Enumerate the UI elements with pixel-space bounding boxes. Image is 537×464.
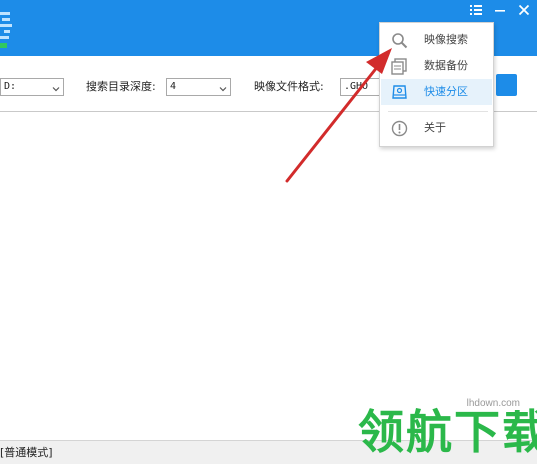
format-label: 映像文件格式: bbox=[254, 80, 324, 93]
close-icon[interactable] bbox=[517, 3, 531, 17]
menu-item-label: 映像搜索 bbox=[424, 33, 468, 46]
results-area[interactable] bbox=[0, 113, 537, 438]
menu-item-about[interactable]: 关于 bbox=[381, 115, 492, 141]
menu-item-label: 关于 bbox=[424, 121, 446, 134]
format-select-value: .GHO bbox=[344, 81, 369, 92]
copy-icon bbox=[391, 58, 408, 75]
mode-status: [普通模式] bbox=[0, 446, 53, 459]
menu-item-label: 快速分区 bbox=[424, 85, 468, 98]
info-icon bbox=[391, 120, 408, 137]
watermark: 领航下载 lhdown.com bbox=[358, 398, 537, 464]
watermark-url: lhdown.com bbox=[464, 398, 522, 410]
menu-divider bbox=[388, 111, 488, 112]
chevron-down-icon bbox=[219, 83, 227, 92]
window-controls bbox=[469, 2, 531, 18]
search-icon bbox=[391, 32, 408, 49]
menu-item-label: 数据备份 bbox=[424, 59, 468, 72]
chevron-down-icon bbox=[52, 83, 60, 92]
action-button[interactable] bbox=[496, 74, 517, 96]
disk-icon bbox=[391, 84, 408, 101]
app-logo-icon bbox=[0, 10, 14, 50]
drive-select-value: D: bbox=[4, 81, 17, 92]
drive-select[interactable]: D: bbox=[0, 78, 64, 96]
minimize-icon[interactable] bbox=[493, 3, 507, 17]
format-select[interactable]: .GHO bbox=[340, 78, 380, 96]
main-menu-dropdown: 映像搜索 数据备份 快速分区 关于 bbox=[379, 22, 494, 147]
menu-item-data-backup[interactable]: 数据备份 bbox=[381, 53, 492, 79]
depth-select-value: 4 bbox=[170, 81, 177, 92]
menu-icon[interactable] bbox=[469, 3, 483, 17]
menu-item-quick-partition[interactable]: 快速分区 bbox=[381, 79, 492, 105]
depth-label: 搜索目录深度: bbox=[86, 80, 156, 93]
watermark-logo-text: 领航下载 bbox=[358, 405, 537, 459]
menu-item-image-search[interactable]: 映像搜索 bbox=[381, 27, 492, 53]
depth-select[interactable]: 4 bbox=[166, 78, 231, 96]
